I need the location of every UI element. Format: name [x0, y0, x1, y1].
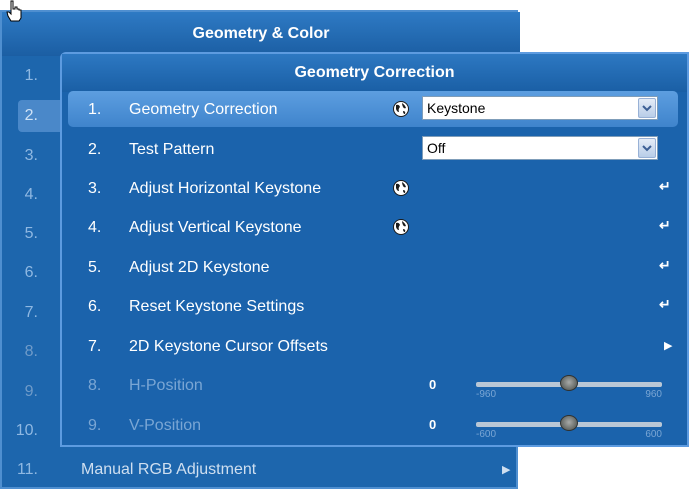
submenu-triangle-icon: ▶	[502, 464, 511, 476]
enter-arrow-icon: ↵	[659, 257, 671, 273]
row-label: Reset Keystone Settings	[129, 298, 305, 315]
enter-arrow-icon: ↵	[659, 217, 671, 233]
enter-arrow-icon: ↵	[659, 178, 671, 194]
slider-min-label: -960	[476, 389, 497, 400]
row-number: 1.	[24, 67, 38, 84]
menu-item-geometry-correction[interactable]: 1. Geometry Correction Keystone	[62, 90, 687, 129]
menu-item-adjust-2d-keystone[interactable]: 5. Adjust 2D Keystone ↵	[62, 248, 687, 287]
menu-item-2d-keystone-cursor-offsets[interactable]: 7. 2D Keystone Cursor Offsets ▶	[62, 327, 687, 366]
test-pattern-select[interactable]: Off	[422, 136, 658, 160]
row-number: 5.	[24, 225, 38, 242]
row-number: 4.	[24, 186, 38, 203]
back-row-11[interactable]: 11. Manual RGB Adjustment ▶	[2, 450, 520, 489]
row-number: 8.	[88, 377, 102, 394]
row-label: Adjust 2D Keystone	[129, 259, 270, 276]
row-number: 1.	[88, 101, 102, 118]
slider-value: 0	[429, 417, 437, 432]
row-number: 10.	[15, 422, 38, 439]
select-value: Off	[427, 140, 446, 156]
hand-pointer-icon	[6, 0, 22, 22]
globe-icon	[393, 101, 409, 117]
menu-item-adjust-horizontal-keystone[interactable]: 3. Adjust Horizontal Keystone ↵	[62, 169, 687, 208]
select-value: Keystone	[427, 100, 486, 116]
row-number: 6.	[24, 264, 38, 281]
row-number: 7.	[88, 338, 102, 355]
h-position-slider[interactable]: -960 960	[474, 366, 664, 405]
row-number: 8.	[24, 343, 38, 360]
row-label: 2D Keystone Cursor Offsets	[129, 338, 328, 355]
row-number: 9.	[88, 417, 102, 434]
globe-icon	[393, 219, 409, 235]
row-number: 4.	[88, 219, 102, 236]
row-label: Geometry Correction	[129, 101, 278, 118]
row-number: 5.	[88, 259, 102, 276]
slider-value: 0	[429, 377, 437, 392]
row-number: 3.	[24, 147, 38, 164]
row-label: Test Pattern	[129, 141, 215, 158]
row-number: 9.	[24, 383, 38, 400]
enter-arrow-icon: ↵	[659, 296, 671, 312]
menu-item-h-position: 8. H-Position 0 -960 960	[62, 366, 687, 405]
row-number: 3.	[88, 180, 102, 197]
slider-max-label: 960	[645, 389, 662, 400]
chevron-down-icon[interactable]	[638, 138, 656, 158]
row-label: H-Position	[129, 377, 203, 394]
row-number: 7.	[24, 304, 38, 321]
menu-title: Geometry & Color	[2, 12, 520, 56]
chevron-down-icon[interactable]	[638, 98, 656, 118]
row-label: Adjust Horizontal Keystone	[129, 180, 322, 197]
row-label: Manual RGB Adjustment	[81, 461, 257, 478]
globe-icon	[393, 180, 409, 196]
slider-min-label: -600	[476, 429, 497, 440]
row-number: 6.	[88, 298, 102, 315]
menu-item-adjust-vertical-keystone[interactable]: 4. Adjust Vertical Keystone ↵	[62, 208, 687, 247]
submenu-triangle-icon: ▶	[664, 340, 673, 352]
row-number: 11.	[16, 461, 38, 478]
geometry-correction-menu: Geometry Correction 1. Geometry Correcti…	[60, 52, 689, 447]
slider-thumb[interactable]	[560, 415, 578, 431]
geometry-correction-select[interactable]: Keystone	[422, 96, 658, 120]
slider-max-label: 600	[645, 429, 662, 440]
menu-title: Geometry Correction	[62, 54, 687, 92]
menu-item-v-position: 9. V-Position 0 -600 600	[62, 406, 687, 445]
menu-item-reset-keystone-settings[interactable]: 6. Reset Keystone Settings ↵	[62, 287, 687, 326]
slider-thumb[interactable]	[560, 375, 578, 391]
v-position-slider[interactable]: -600 600	[474, 406, 664, 445]
row-number: 2.	[24, 107, 38, 124]
row-label: Adjust Vertical Keystone	[129, 219, 302, 236]
row-number: 2.	[88, 141, 102, 158]
menu-item-test-pattern[interactable]: 2. Test Pattern Off	[62, 130, 687, 169]
row-label: V-Position	[129, 417, 202, 434]
